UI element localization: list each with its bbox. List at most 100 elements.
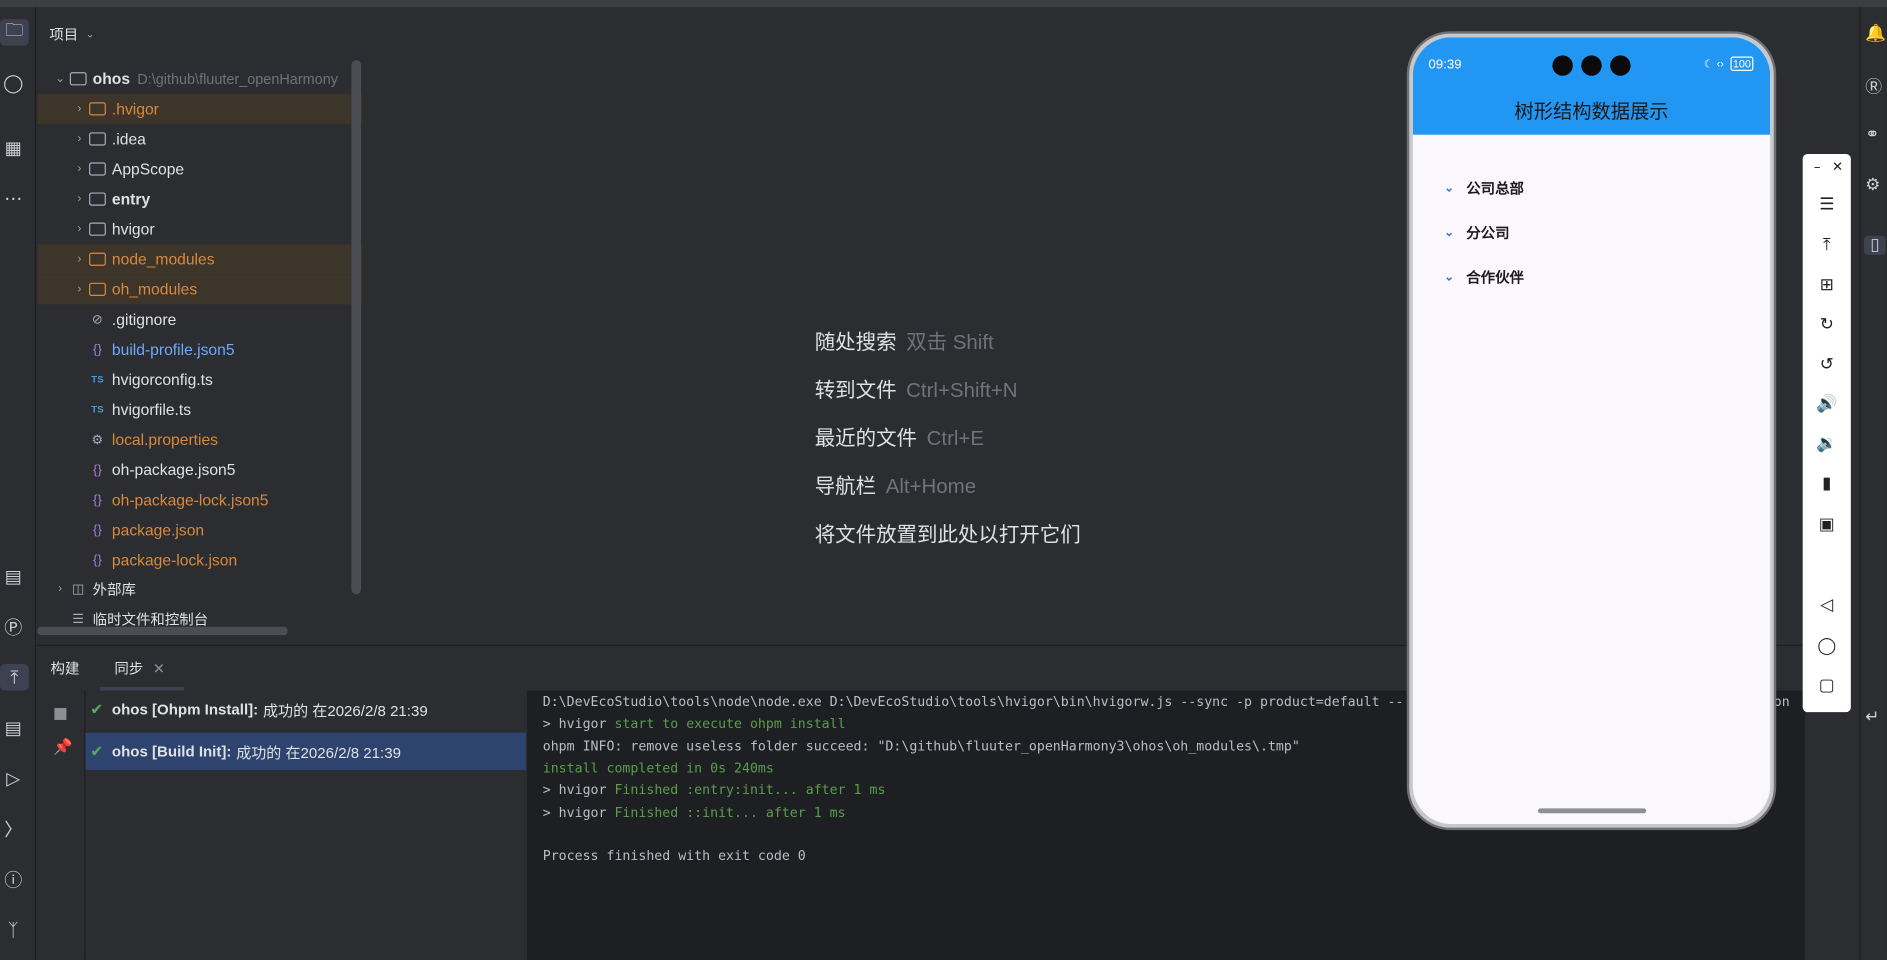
commit-icon[interactable]: ◯ <box>0 70 26 96</box>
emulator-toolbar: – ✕ ☰ ⤒ ⊞ ↻ ↺ 🔊 🔉 ▮ ▣ ◁ ◯ ▢ <box>1802 153 1851 713</box>
project-vertical-scrollbar[interactable] <box>351 60 362 595</box>
close-icon[interactable]: ✕ <box>153 660 165 677</box>
hint-text: 转到文件 <box>814 378 897 402</box>
build-item-title: ohos [Build Init]: <box>111 742 232 760</box>
tree-item[interactable]: {} oh-package-lock.json5 <box>37 485 362 515</box>
emulator-icon[interactable]: ▯ <box>1864 235 1886 256</box>
editor-hint: 将文件放置到此处以打开它们 <box>815 517 1081 547</box>
project-panel: 项目 ⌄ ⌄ ohos D:\github\fluuter_openHarmon… <box>37 7 365 640</box>
volume-up-icon[interactable]: 🔊 <box>1803 395 1851 414</box>
rotate-icon[interactable]: ↻ <box>1803 315 1851 334</box>
tree-node[interactable]: ⌄ 合作伙伴 <box>1444 267 1524 287</box>
structure-icon[interactable]: ▦ <box>0 135 26 161</box>
build-item[interactable]: ✔ ohos [Ohpm Install]: 成功的 在2026/2/8 21:… <box>85 691 525 728</box>
tree-item[interactable]: TS hvigorfile.ts <box>37 395 362 425</box>
terminal-icon[interactable]: 〉 <box>0 816 26 842</box>
tree-item[interactable]: › .hvigor <box>37 93 363 124</box>
tree-root-ohos[interactable]: ⌄ ohos D:\github\fluuter_openHarmony <box>37 64 362 94</box>
tree-item-label: package-lock.json <box>111 550 238 570</box>
chevron-right-icon: › <box>77 282 82 296</box>
project-panel-header[interactable]: 项目 ⌄ <box>49 24 94 44</box>
build-tool-icon[interactable]: ⤒ <box>0 664 29 691</box>
crop-icon[interactable]: ⊞ <box>1803 275 1851 294</box>
tree-item[interactable]: › .idea <box>37 124 362 154</box>
problems-icon[interactable]: ⓘ <box>0 866 26 892</box>
tree-external-libs[interactable]: › ◫ 外部库 <box>37 574 362 604</box>
chevron-down-icon: ⌄ <box>1444 226 1455 240</box>
more-tools-icon[interactable]: ⋯ <box>0 185 26 211</box>
tree-item[interactable]: {} oh-package.json5 <box>37 455 362 485</box>
console-prefix: ohpm INFO: remove useless folder succeed… <box>542 738 1300 754</box>
ai-assistant-icon[interactable]: Ⓡ <box>1865 75 1882 99</box>
tree-item[interactable]: › hvigor <box>37 214 362 244</box>
console-prefix: > hvigor <box>542 804 615 820</box>
volume-down-icon[interactable]: 🔉 <box>1803 434 1851 453</box>
tree-item[interactable]: {} package-lock.json <box>37 545 362 575</box>
stop-icon[interactable]: ■ <box>53 705 68 723</box>
json-file-icon: {} <box>93 552 102 568</box>
home-indicator[interactable] <box>1537 808 1647 814</box>
tree-item[interactable]: ⚙ local.properties <box>37 425 362 455</box>
console-prefix: D:\DevEcoStudio\tools\node\node.exe D:\D… <box>542 694 1404 710</box>
json-file-icon: {} <box>93 342 102 357</box>
signal-icon: ‹› <box>1716 57 1724 70</box>
tree-item[interactable]: {} build-profile.json5 <box>37 334 362 364</box>
todo-icon[interactable]: ▤ <box>0 715 26 741</box>
build-item[interactable]: ✔ ohos [Build Init]: 成功的 在2026/2/8 21:39 <box>85 732 526 770</box>
tree-item-label: hvigorfile.ts <box>111 400 192 419</box>
editor-hint: 最近的文件 Ctrl+E <box>815 421 984 451</box>
tree-node[interactable]: ⌄ 公司总部 <box>1444 178 1524 198</box>
tab-sync[interactable]: 同步 ✕ <box>114 658 165 678</box>
camera-dot <box>1610 55 1631 76</box>
menu-icon[interactable]: ☰ <box>1803 195 1851 214</box>
pin-top-icon[interactable]: ⤒ <box>1803 236 1851 255</box>
tree-node-label: 分公司 <box>1466 224 1510 242</box>
back-icon[interactable]: ◁ <box>1803 595 1851 614</box>
chevron-down-icon: ⌄ <box>85 28 95 41</box>
recents-icon[interactable]: ▢ <box>1803 676 1851 695</box>
chevron-right-icon: › <box>77 162 82 176</box>
plugin-icon[interactable]: ⚙ <box>1865 176 1880 195</box>
layout-icon[interactable]: ▤ <box>0 563 26 589</box>
console-prefix: > hvigor <box>542 782 615 798</box>
right-tool-strip: 🔔 Ⓡ ⚭ ⚙ ▯ ↵ <box>1859 7 1887 960</box>
project-panel-title: 项目 <box>49 26 79 44</box>
notifications-icon[interactable]: 🔔 <box>1865 24 1886 43</box>
tree-item[interactable]: ⊘ .gitignore <box>37 304 362 334</box>
run-icon[interactable]: ▷ <box>0 765 26 791</box>
phone-screen[interactable]: 09:39 ☾ ‹› 100 树形结构数据展示 ⌄ 公司总部 ⌄ 分公司 ⌄ 合作伙伴 <box>1412 37 1771 825</box>
console-prefix: Process finished with exit code 0 <box>542 848 806 864</box>
close-icon[interactable]: ✕ <box>1814 159 1862 175</box>
folder-icon <box>88 251 107 267</box>
pin-icon[interactable]: 📌 <box>53 739 72 757</box>
fold-icon[interactable]: ▮ <box>1803 474 1851 493</box>
git-icon[interactable]: ᛉ <box>0 917 26 943</box>
chevron-right-icon: › <box>77 192 82 206</box>
build-item-title: ohos [Ohpm Install]: <box>111 700 259 718</box>
rotate-alt-icon[interactable]: ↺ <box>1803 355 1851 374</box>
tab-build[interactable]: 构建 <box>51 658 80 678</box>
screenshot-icon[interactable]: ▣ <box>1803 515 1851 534</box>
project-folder-icon[interactable]: 🗀 <box>0 19 29 46</box>
tree-node[interactable]: ⌄ 分公司 <box>1444 223 1509 243</box>
chevron-right-icon: › <box>77 132 82 146</box>
tree-item[interactable]: › oh_modules <box>37 274 363 305</box>
tree-item[interactable]: › AppScope <box>37 154 362 184</box>
tree-item[interactable]: TS hvigorconfig.ts <box>37 365 362 395</box>
profiler-icon[interactable]: Ⓟ <box>0 614 26 640</box>
tree-item[interactable]: › node_modules <box>37 244 363 275</box>
console-green: install completed in 0s 240ms <box>542 760 774 776</box>
ts-file-icon: TS <box>91 374 104 385</box>
home-icon[interactable]: ◯ <box>1803 636 1851 655</box>
project-horizontal-scrollbar[interactable] <box>37 626 288 636</box>
console-line: > hvigor start to execute ohpm install <box>543 716 846 732</box>
folder-icon <box>88 282 107 298</box>
tree-item-label: entry <box>111 190 151 209</box>
soft-wrap-icon[interactable]: ↵ <box>1865 707 1879 726</box>
tree-item[interactable]: › entry <box>37 184 362 214</box>
device-manager-icon[interactable]: ⚭ <box>1865 125 1879 144</box>
console-line: D:\DevEcoStudio\tools\node\node.exe D:\D… <box>542 694 1790 710</box>
tab-sync-label: 同步 <box>114 660 144 678</box>
tree-item[interactable]: {} package.json <box>37 515 362 545</box>
ignore-file-icon: ⊘ <box>91 312 104 328</box>
